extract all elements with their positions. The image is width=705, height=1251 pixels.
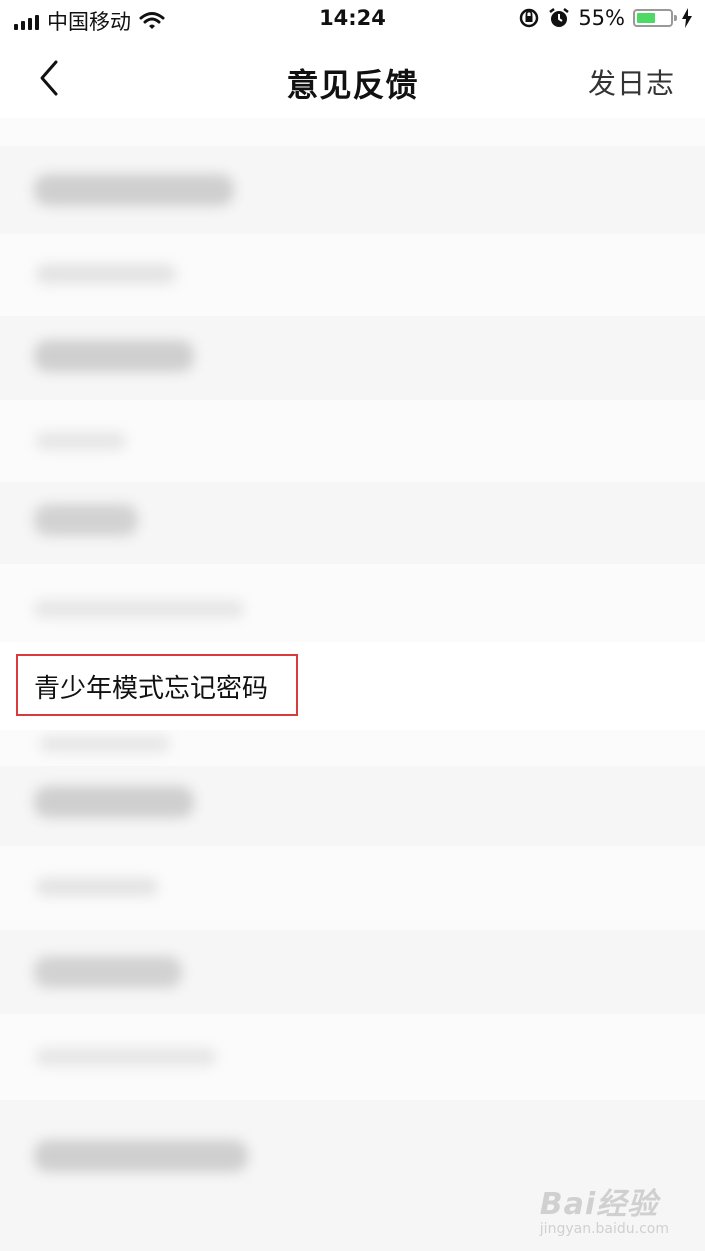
status-bar: 中国移动 14:24 55% — [0, 0, 705, 40]
list-item-highlighted[interactable]: 青少年模式忘记密码 — [0, 642, 705, 730]
alarm-icon — [549, 8, 570, 27]
battery-icon — [633, 9, 677, 27]
charging-icon — [682, 8, 692, 28]
list-item-label: 青少年模式忘记密码 — [34, 674, 269, 704]
list-item-blurred[interactable] — [0, 316, 705, 400]
list-item-blurred[interactable] — [0, 564, 705, 642]
list-item-blurred[interactable] — [0, 1014, 705, 1100]
list-item-blurred[interactable] — [0, 930, 705, 1014]
send-log-button[interactable]: 发日志 — [588, 62, 675, 102]
nav-bar: 意见反馈 发日志 — [0, 40, 705, 118]
list-item-blurred[interactable] — [0, 400, 705, 482]
list-item-blurred[interactable] — [0, 234, 705, 316]
status-right: 55% — [518, 6, 693, 30]
rotation-lock-icon — [520, 8, 539, 28]
list-item-blurred[interactable] — [0, 846, 705, 930]
list-spacer — [0, 118, 705, 146]
list-item-blurred[interactable] — [0, 146, 705, 234]
list-item-blurred[interactable] — [0, 730, 705, 766]
feedback-list: 青少年模式忘记密码 — [0, 118, 705, 1251]
list-item-blurred[interactable] — [0, 766, 705, 846]
watermark-url: jingyan.baidu.com — [539, 1221, 669, 1237]
watermark: Bai经验 jingyan.baidu.com — [540, 1179, 669, 1237]
battery-percent: 55% — [578, 6, 625, 30]
watermark-brand: Bai经验 — [539, 1187, 659, 1222]
list-item-blurred[interactable] — [0, 482, 705, 564]
